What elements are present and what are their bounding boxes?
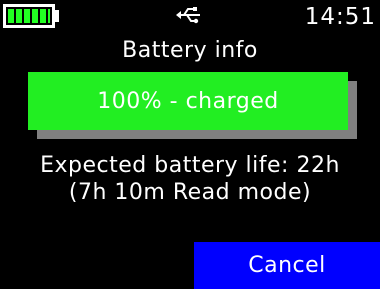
charge-status-box: 100% - charged xyxy=(28,72,348,130)
page-title: Battery info xyxy=(122,38,258,63)
battery-icon xyxy=(3,4,55,28)
usb-connected-icon xyxy=(176,7,200,24)
battery-level-fill xyxy=(8,9,50,23)
charge-status-label: 100% - charged xyxy=(97,88,279,114)
clock: 14:51 xyxy=(304,4,376,30)
cancel-button[interactable]: Cancel xyxy=(194,242,380,289)
cancel-button-label: Cancel xyxy=(248,253,326,278)
status-bar: 14:51 xyxy=(0,0,380,34)
battery-tip xyxy=(55,10,59,22)
expected-battery-life: Expected battery life: 22h xyxy=(40,153,340,178)
read-mode-life: (7h 10m Read mode) xyxy=(68,180,312,205)
